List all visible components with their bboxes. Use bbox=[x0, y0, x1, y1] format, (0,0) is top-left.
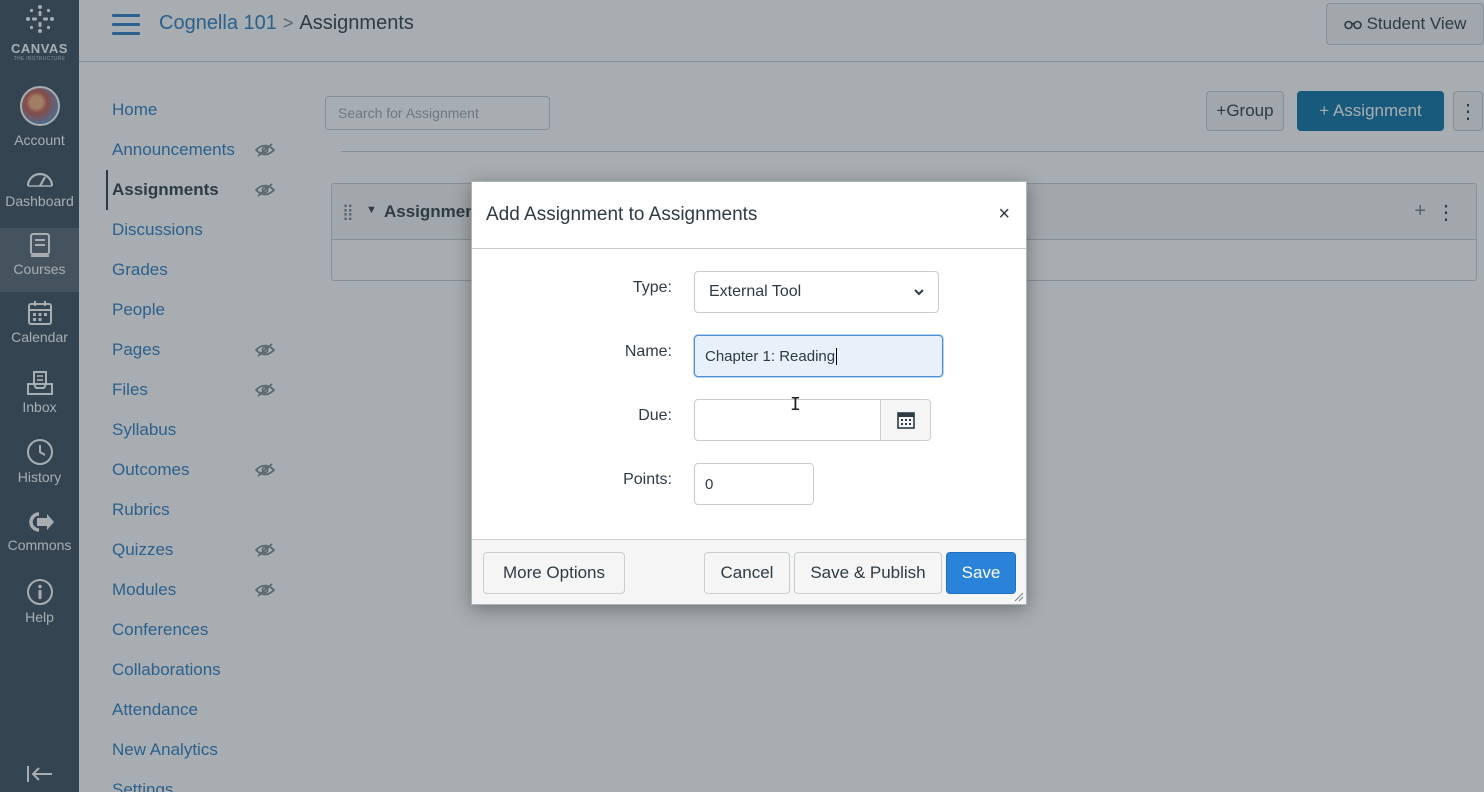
more-options-button[interactable]: More Options bbox=[483, 552, 625, 594]
calendar-icon bbox=[896, 412, 915, 429]
close-icon[interactable]: × bbox=[998, 204, 1010, 224]
type-select[interactable]: External Tool bbox=[694, 271, 939, 313]
name-label: Name: bbox=[624, 343, 672, 360]
chevron-down-icon bbox=[914, 288, 924, 295]
points-label: Points: bbox=[623, 471, 672, 488]
dialog-title: Add Assignment to Assignments bbox=[486, 204, 758, 225]
due-date-input[interactable] bbox=[694, 399, 881, 441]
name-input[interactable]: Chapter 1: Reading bbox=[694, 335, 943, 377]
points-input[interactable]: 0 bbox=[694, 463, 814, 505]
dialog-body: Type: External Tool Name: Chapter 1: Rea… bbox=[472, 249, 1026, 539]
save-button[interactable]: Save bbox=[946, 552, 1016, 594]
dialog-footer: More Options Cancel Save & Publish Save bbox=[472, 539, 1026, 604]
cancel-button[interactable]: Cancel bbox=[704, 552, 790, 594]
add-assignment-dialog: Add Assignment to Assignments × Type: Ex… bbox=[471, 181, 1027, 605]
date-picker-button[interactable] bbox=[880, 399, 931, 441]
due-label: Due: bbox=[638, 407, 672, 424]
dialog-header: Add Assignment to Assignments × bbox=[472, 182, 1026, 249]
type-select-value: External Tool bbox=[709, 283, 802, 300]
text-cursor bbox=[836, 347, 838, 365]
resize-handle-icon[interactable] bbox=[1012, 590, 1024, 602]
type-label: Type: bbox=[632, 279, 672, 296]
name-input-value: Chapter 1: Reading bbox=[705, 347, 836, 365]
ibeam-cursor-icon: I bbox=[790, 394, 801, 415]
save-publish-button[interactable]: Save & Publish bbox=[794, 552, 942, 594]
